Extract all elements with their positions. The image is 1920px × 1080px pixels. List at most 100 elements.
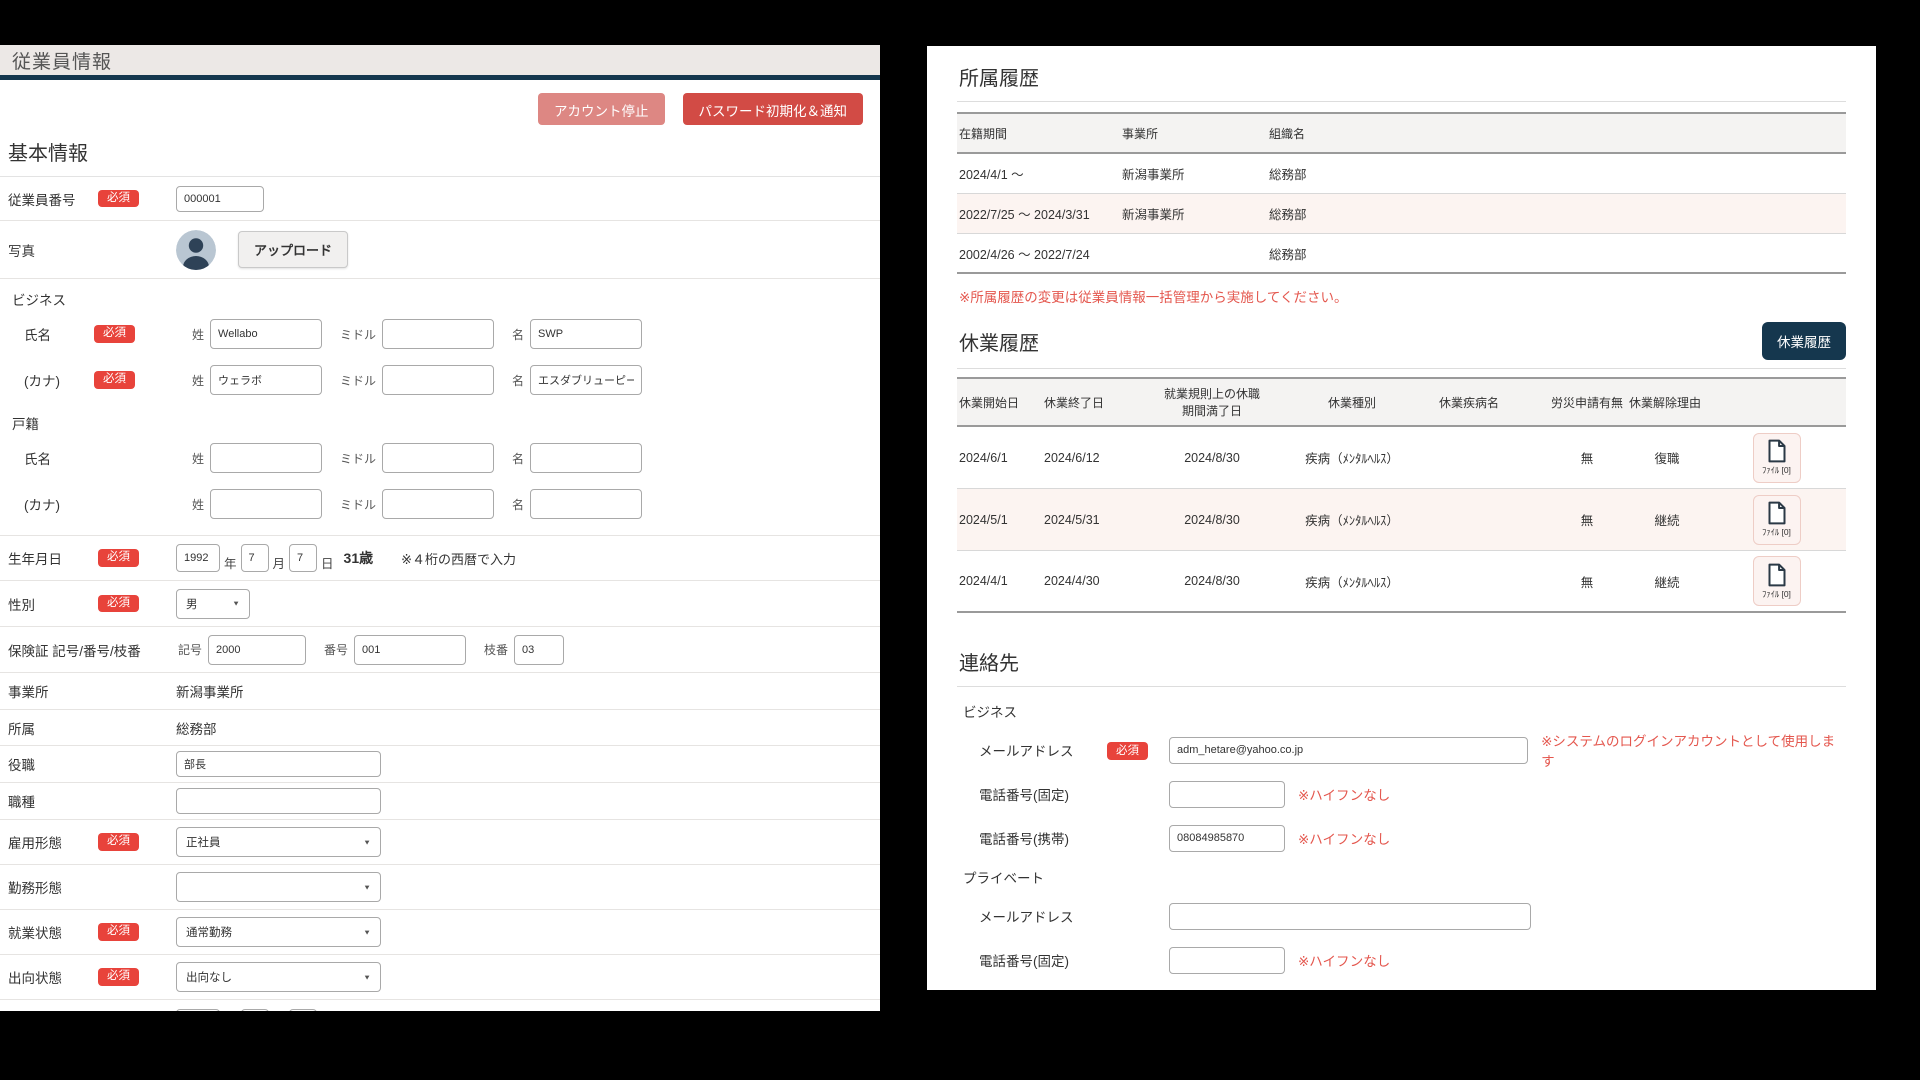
required-badge: 必須: [98, 190, 139, 208]
secondment-select[interactable]: 出向なし ▼: [176, 962, 381, 992]
age-text: 31歳: [344, 548, 374, 568]
email-label: メールアドレス: [979, 906, 1107, 926]
koseki-sei-input[interactable]: [210, 443, 322, 473]
gender-select[interactable]: 男 ▼: [176, 589, 250, 619]
mei-label: 名: [512, 450, 524, 467]
insurance-bango-input[interactable]: [354, 635, 466, 665]
work-status-value: 通常勤務: [186, 924, 232, 940]
period-cell: 2002/4/26 ～ 2022/7/24: [957, 240, 1120, 267]
leave-history-button[interactable]: 休業履歴: [1762, 322, 1846, 360]
birth-year-input[interactable]: [176, 544, 220, 572]
basic-info-heading: 基本情報: [8, 137, 880, 166]
day-unit: 日: [321, 553, 334, 572]
phone-note: ※ハイフンなし: [1298, 784, 1390, 804]
business-kana-middle-input[interactable]: [382, 365, 494, 395]
hire-day-input[interactable]: [289, 1009, 317, 1012]
contact-private-heading: プライベート: [963, 867, 1846, 887]
leave-history-heading: 休業履歴: [957, 327, 1039, 356]
work-style-row: 勤務形態 ▼: [0, 865, 880, 910]
private-phone-mobile-row: 電話番号(携帯) ※ハイフンなし: [979, 989, 1846, 990]
koseki-kana-middle-input[interactable]: [382, 489, 494, 519]
file-button[interactable]: ﾌｧｲﾙ [0]: [1753, 556, 1801, 606]
phone-note: ※ハイフンなし: [1298, 950, 1390, 970]
password-reset-button[interactable]: パスワード初期化＆通知: [683, 93, 864, 125]
avatar: [176, 230, 216, 270]
col-header: 労災申請有無: [1547, 390, 1627, 415]
birth-month-input[interactable]: [241, 544, 269, 572]
release-reason-cell: 継続: [1627, 568, 1707, 595]
koseki-kana-row: (カナ) 姓 ミドル 名: [0, 481, 880, 527]
private-phone-fixed-row: 電話番号(固定) ※ハイフンなし: [979, 945, 1846, 975]
job-type-input[interactable]: [176, 788, 381, 814]
koseki-name-row: 氏名 姓 ミドル 名: [0, 435, 880, 481]
hire-month-input[interactable]: [241, 1009, 269, 1012]
koseki-kana-label: (カナ): [24, 494, 94, 514]
table-row: 2022/7/25 ～ 2024/3/31 新潟事業所 総務部: [957, 194, 1846, 234]
business-sei-input[interactable]: [210, 319, 322, 349]
private-email-input[interactable]: [1169, 903, 1531, 930]
required-badge: 必須: [98, 833, 139, 851]
insurance-row: 保険証 記号/番号/枝番 記号 番号 枝番: [0, 627, 880, 673]
business-email-input[interactable]: [1169, 737, 1528, 764]
koseki-group-heading: 戸籍: [12, 413, 880, 433]
private-phone-fixed-input[interactable]: [1169, 947, 1285, 974]
leave-history-table: 休業開始日 休業終了日 就業規則上の休職期間満了日 休業種別 休業疾病名 労災申…: [957, 377, 1846, 613]
release-reason-cell: 継続: [1627, 506, 1707, 533]
office-value: 新潟事業所: [176, 681, 244, 701]
org-cell: 総務部: [1267, 240, 1846, 267]
employment-type-label: 雇用形態: [8, 832, 98, 852]
business-phone-mobile-input[interactable]: [1169, 825, 1285, 852]
employee-number-input[interactable]: [176, 186, 264, 212]
business-phone-mobile-row: 電話番号(携帯) ※ハイフンなし: [979, 823, 1846, 853]
table-row: 2024/4/1 ～ 新潟事業所 総務部: [957, 154, 1846, 194]
office-cell: 新潟事業所: [1120, 200, 1267, 227]
file-button[interactable]: ﾌｧｲﾙ [0]: [1753, 495, 1801, 545]
phone-fixed-label: 電話番号(固定): [979, 950, 1107, 970]
sei-label: 姓: [192, 450, 204, 467]
email-label: メールアドレス: [979, 740, 1107, 760]
rosai-cell: 無: [1547, 568, 1627, 595]
insurance-kigo-input[interactable]: [208, 635, 306, 665]
document-icon: [1767, 563, 1787, 587]
affiliation-table-header: 在籍期間 事業所 組織名: [957, 112, 1846, 154]
leave-type-cell: 疾病（ﾒﾝﾀﾙﾍﾙｽ）: [1267, 506, 1437, 533]
suspend-account-button[interactable]: アカウント停止: [538, 93, 665, 125]
contact-business-heading: ビジネス: [963, 701, 1846, 721]
office-cell: [1120, 249, 1267, 257]
koseki-kana-mei-input[interactable]: [530, 489, 642, 519]
upload-button[interactable]: アップロード: [238, 231, 348, 268]
business-phone-fixed-input[interactable]: [1169, 781, 1285, 808]
insurance-edaban-input[interactable]: [514, 635, 564, 665]
table-row: 2002/4/26 ～ 2022/7/24 総務部: [957, 234, 1846, 274]
disease-cell: [1437, 454, 1547, 462]
position-input[interactable]: [176, 751, 381, 777]
year-unit: 年: [224, 553, 237, 572]
table-row: 2024/4/1 2024/4/30 2024/8/30 疾病（ﾒﾝﾀﾙﾍﾙｽ）…: [957, 551, 1846, 613]
koseki-mei-input[interactable]: [530, 443, 642, 473]
required-badge: 必須: [98, 549, 139, 567]
file-button[interactable]: ﾌｧｲﾙ [0]: [1753, 433, 1801, 483]
business-kana-mei-input[interactable]: [530, 365, 642, 395]
table-row: 2024/6/1 2024/6/12 2024/8/30 疾病（ﾒﾝﾀﾙﾍﾙｽ）…: [957, 427, 1846, 489]
business-middle-input[interactable]: [382, 319, 494, 349]
business-mei-input[interactable]: [530, 319, 642, 349]
photo-row: 写真 アップロード: [0, 221, 880, 279]
koseki-kana-sei-input[interactable]: [210, 489, 322, 519]
org-cell: 総務部: [1267, 200, 1846, 227]
koseki-middle-input[interactable]: [382, 443, 494, 473]
work-style-select[interactable]: ▼: [176, 872, 381, 902]
required-badge: 必須: [98, 968, 139, 986]
business-email-row: メールアドレス 必須 ※システムのログインアカウントとして使用します: [979, 735, 1846, 765]
kigo-label: 記号: [178, 641, 202, 658]
mei-label: 名: [512, 496, 524, 513]
contact-heading: 連絡先: [957, 647, 1846, 676]
email-note: ※システムのログインアカウントとして使用します: [1541, 730, 1846, 770]
employment-type-select[interactable]: 正社員 ▼: [176, 827, 381, 857]
work-status-select[interactable]: 通常勤務 ▼: [176, 917, 381, 947]
birth-day-input[interactable]: [289, 544, 317, 572]
work-status-label: 就業状態: [8, 922, 98, 942]
rosai-cell: 無: [1547, 506, 1627, 533]
hire-year-input[interactable]: [176, 1009, 220, 1012]
business-kana-sei-input[interactable]: [210, 365, 322, 395]
chevron-down-icon: ▼: [363, 928, 371, 936]
